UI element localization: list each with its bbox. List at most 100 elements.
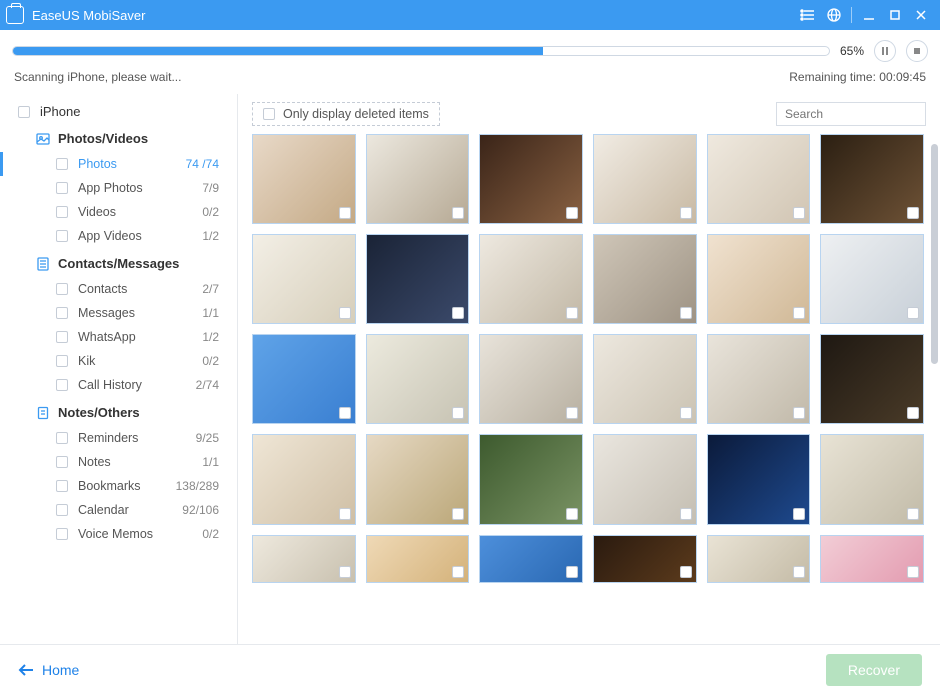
thumbnail[interactable] (593, 134, 697, 224)
thumbnail[interactable] (707, 535, 811, 583)
thumbnail-checkbox[interactable] (339, 407, 351, 419)
thumbnail[interactable] (479, 134, 583, 224)
thumbnail[interactable] (252, 535, 356, 583)
maximize-icon[interactable] (882, 2, 908, 28)
checkbox[interactable] (56, 355, 68, 367)
thumbnail-checkbox[interactable] (339, 566, 351, 578)
checkbox[interactable] (56, 480, 68, 492)
thumbnail[interactable] (479, 334, 583, 424)
thumbnail-checkbox[interactable] (907, 307, 919, 319)
thumbnail-checkbox[interactable] (452, 508, 464, 520)
thumbnail[interactable] (707, 334, 811, 424)
thumbnail[interactable] (593, 234, 697, 324)
thumbnail-checkbox[interactable] (452, 566, 464, 578)
home-link[interactable]: Home (18, 662, 79, 678)
sidebar-item-bookmarks[interactable]: Bookmarks138/289 (0, 474, 237, 498)
globe-icon[interactable] (821, 2, 847, 28)
filter-deleted-toggle[interactable]: Only display deleted items (252, 102, 440, 126)
sidebar-root[interactable]: iPhone (0, 100, 237, 123)
thumbnail[interactable] (593, 535, 697, 583)
thumbnail[interactable] (252, 234, 356, 324)
sidebar-item-messages[interactable]: Messages1/1 (0, 301, 237, 325)
recover-button[interactable]: Recover (826, 654, 922, 686)
sidebar-item-notes[interactable]: Notes1/1 (0, 450, 237, 474)
thumbnail-checkbox[interactable] (907, 566, 919, 578)
checkbox[interactable] (56, 528, 68, 540)
thumbnail[interactable] (366, 535, 470, 583)
thumbnail[interactable] (593, 434, 697, 524)
search-box[interactable] (776, 102, 926, 126)
checkbox[interactable] (56, 307, 68, 319)
checkbox[interactable] (56, 432, 68, 444)
thumbnail[interactable] (366, 234, 470, 324)
sidebar-section-photos[interactable]: Photos/Videos (0, 123, 237, 152)
thumbnail[interactable] (366, 134, 470, 224)
thumbnail-checkbox[interactable] (566, 566, 578, 578)
sidebar-item-whatsapp[interactable]: WhatsApp1/2 (0, 325, 237, 349)
thumbnail[interactable] (252, 434, 356, 524)
checkbox[interactable] (56, 230, 68, 242)
thumbnail[interactable] (479, 434, 583, 524)
thumbnail[interactable] (479, 535, 583, 583)
list-icon[interactable] (795, 2, 821, 28)
thumbnail-checkbox[interactable] (566, 307, 578, 319)
thumbnail[interactable] (366, 334, 470, 424)
thumbnail-checkbox[interactable] (907, 407, 919, 419)
sidebar-item-kik[interactable]: Kik0/2 (0, 349, 237, 373)
thumbnail-checkbox[interactable] (793, 407, 805, 419)
checkbox[interactable] (56, 331, 68, 343)
thumbnail-checkbox[interactable] (452, 407, 464, 419)
thumbnail-checkbox[interactable] (793, 566, 805, 578)
thumbnail[interactable] (252, 334, 356, 424)
thumbnail[interactable] (820, 134, 924, 224)
thumbnail-checkbox[interactable] (566, 508, 578, 520)
thumbnail-checkbox[interactable] (680, 566, 692, 578)
thumbnail[interactable] (820, 434, 924, 524)
sidebar-item-contacts[interactable]: Contacts2/7 (0, 277, 237, 301)
thumbnail-checkbox[interactable] (566, 207, 578, 219)
checkbox[interactable] (56, 379, 68, 391)
thumbnail-checkbox[interactable] (452, 207, 464, 219)
thumbnail-checkbox[interactable] (452, 307, 464, 319)
checkbox[interactable] (18, 106, 30, 118)
checkbox[interactable] (263, 108, 275, 120)
thumbnail[interactable] (707, 234, 811, 324)
thumbnail-checkbox[interactable] (339, 508, 351, 520)
thumbnail-checkbox[interactable] (339, 207, 351, 219)
checkbox[interactable] (56, 206, 68, 218)
stop-button[interactable] (906, 40, 928, 62)
thumbnail[interactable] (366, 434, 470, 524)
sidebar-item-call-history[interactable]: Call History2/74 (0, 373, 237, 397)
thumbnail-checkbox[interactable] (793, 307, 805, 319)
minimize-icon[interactable] (856, 2, 882, 28)
sidebar-item-voice-memos[interactable]: Voice Memos0/2 (0, 522, 237, 546)
thumbnail-checkbox[interactable] (793, 207, 805, 219)
thumbnail-checkbox[interactable] (793, 508, 805, 520)
sidebar-item-app-photos[interactable]: App Photos7/9 (0, 176, 237, 200)
sidebar-section-contacts[interactable]: Contacts/Messages (0, 248, 237, 277)
close-icon[interactable] (908, 2, 934, 28)
thumbnail[interactable] (252, 134, 356, 224)
sidebar-item-calendar[interactable]: Calendar92/106 (0, 498, 237, 522)
search-input[interactable] (785, 107, 917, 121)
thumbnail-checkbox[interactable] (907, 207, 919, 219)
thumbnail[interactable] (707, 434, 811, 524)
thumbnail-checkbox[interactable] (339, 307, 351, 319)
checkbox[interactable] (56, 158, 68, 170)
scrollbar[interactable] (931, 144, 938, 364)
thumbnail-checkbox[interactable] (680, 508, 692, 520)
thumbnail[interactable] (707, 134, 811, 224)
sidebar-item-app-videos[interactable]: App Videos1/2 (0, 224, 237, 248)
pause-button[interactable] (874, 40, 896, 62)
checkbox[interactable] (56, 182, 68, 194)
thumbnail[interactable] (820, 535, 924, 583)
thumbnail-checkbox[interactable] (680, 407, 692, 419)
sidebar-item-reminders[interactable]: Reminders9/25 (0, 426, 237, 450)
sidebar-item-photos[interactable]: Photos74 /74 (0, 152, 237, 176)
thumbnail-checkbox[interactable] (566, 407, 578, 419)
thumbnail[interactable] (593, 334, 697, 424)
thumbnail[interactable] (820, 334, 924, 424)
checkbox[interactable] (56, 456, 68, 468)
thumbnail-checkbox[interactable] (907, 508, 919, 520)
sidebar-section-notes[interactable]: Notes/Others (0, 397, 237, 426)
